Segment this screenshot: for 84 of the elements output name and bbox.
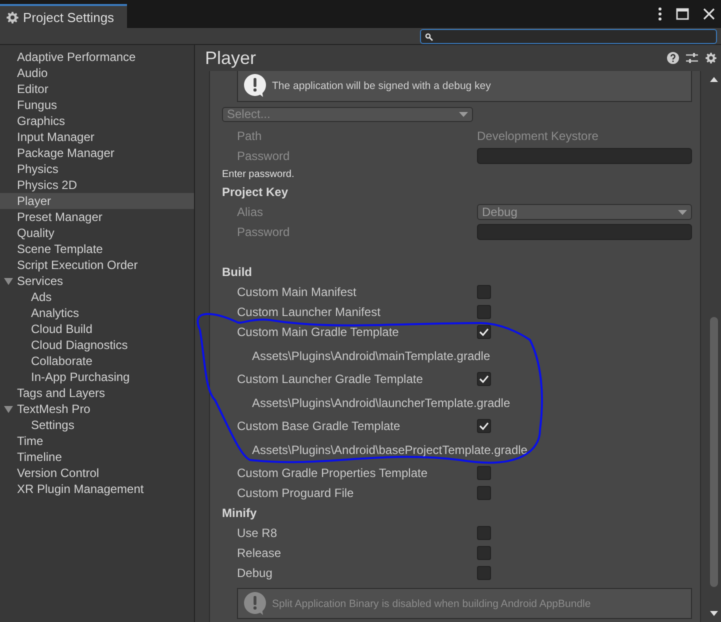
checkbox[interactable] [477, 526, 491, 540]
file-path: Assets\Plugins\Android\mainTemplate.gradle [252, 348, 490, 362]
checkbox[interactable] [477, 305, 491, 319]
sidebar-item[interactable]: Physics 2D [0, 177, 194, 193]
sidebar-item[interactable]: Cloud Diagnostics [0, 337, 194, 353]
checkbox[interactable] [477, 486, 491, 500]
sidebar-item[interactable]: Input Manager [0, 129, 194, 145]
sidebar-item[interactable]: Collaborate [0, 353, 194, 369]
checkbox[interactable] [477, 466, 491, 480]
caret-icon [678, 210, 687, 214]
sidebar-item[interactable]: Adaptive Performance [0, 49, 194, 65]
help-text: The application will be signed with a debug key [272, 80, 491, 92]
more-icon[interactable] [658, 7, 662, 21]
field-label: Path [236, 129, 263, 143]
section-header: Project Key [222, 185, 288, 199]
field-label: Alias [236, 205, 264, 219]
sidebar-item[interactable]: XR Plugin Management [0, 481, 194, 497]
sidebar-item[interactable]: Package Manager [0, 145, 194, 161]
field-value: Development Keystore [477, 129, 598, 143]
settings-icon [6, 10, 19, 24]
sidebar-item[interactable]: Settings [0, 417, 194, 433]
checkbox-label: Use R8 [236, 526, 278, 540]
warning-icon [244, 592, 266, 616]
sidebar-item[interactable]: Services [0, 273, 194, 289]
field-label: Password [236, 149, 291, 163]
panel-title: Player [205, 48, 256, 68]
sidebar-item[interactable]: Editor [0, 81, 194, 97]
checkbox[interactable] [477, 566, 491, 580]
expand-arrow-icon[interactable] [4, 405, 13, 414]
close-icon[interactable] [703, 8, 715, 20]
password-field[interactable] [477, 224, 692, 240]
help-icon[interactable] [667, 52, 679, 64]
window-tab[interactable]: Project Settings [0, 4, 127, 28]
field-label: Password [236, 225, 291, 239]
sidebar-item[interactable]: Version Control [0, 465, 194, 481]
search-icon [425, 32, 433, 40]
sidebar-item[interactable]: Graphics [0, 113, 194, 129]
file-path: Assets\Plugins\Android\launcherTemplate.gradle [252, 396, 510, 410]
search-field[interactable] [420, 29, 717, 44]
sidebar-item[interactable]: TextMesh Pro [0, 401, 194, 417]
sidebar-item[interactable]: Ads [0, 289, 194, 305]
sidebar-item[interactable]: In-App Purchasing [0, 369, 194, 385]
expand-arrow-icon[interactable] [4, 277, 13, 286]
caret-icon [459, 112, 468, 116]
sidebar-item[interactable]: Cloud Build [0, 321, 194, 337]
warning-icon [244, 74, 266, 98]
checkbox[interactable] [477, 285, 491, 299]
checkbox[interactable] [477, 546, 491, 560]
checkbox-label: Custom Gradle Properties Template [236, 466, 429, 480]
checkbox-label: Custom Launcher Manifest [236, 305, 382, 319]
checkbox-label: Debug [236, 566, 274, 580]
scrollbar-thumb[interactable] [710, 316, 718, 586]
maximize-icon[interactable] [676, 8, 689, 20]
section-header: Minify [222, 506, 257, 520]
hint-text: Enter password. [222, 168, 294, 180]
checkbox-label: Custom Main Gradle Template [236, 325, 400, 339]
sidebar-item[interactable]: Player [0, 193, 194, 209]
file-path: Assets\Plugins\Android\baseProjectTemplate.gradle [252, 442, 528, 456]
section-header: Build [222, 265, 252, 279]
checkbox-label: Custom Base Gradle Template [236, 419, 402, 433]
checkbox-label: Custom Main Manifest [236, 285, 358, 299]
checkbox[interactable] [477, 325, 491, 339]
sidebar-item[interactable]: Fungus [0, 97, 194, 113]
sidebar-item[interactable]: Scene Template [0, 241, 194, 257]
checkbox-label: Release [236, 546, 282, 560]
help-text: Split Application Binary is disabled when building Android AppBundle [272, 598, 591, 610]
sidebar-item[interactable]: Timeline [0, 449, 194, 465]
checkbox-label: Custom Launcher Gradle Template [236, 372, 424, 386]
sidebar-item[interactable]: Time [0, 433, 194, 449]
checkbox[interactable] [477, 372, 491, 386]
sidebar-item[interactable]: Preset Manager [0, 209, 194, 225]
sidebar-item[interactable]: Script Execution Order [0, 257, 194, 273]
checkbox-label: Custom Proguard File [236, 486, 355, 500]
checkbox[interactable] [477, 419, 491, 433]
password-field[interactable] [477, 148, 692, 164]
sliders-icon[interactable] [686, 52, 698, 64]
sidebar-item[interactable]: Audio [0, 65, 194, 81]
scroll-down-icon[interactable] [710, 611, 718, 616]
scroll-up-icon[interactable] [710, 77, 718, 82]
sidebar-item[interactable]: Quality [0, 225, 194, 241]
sidebar-item[interactable]: Physics [0, 161, 194, 177]
sidebar-item[interactable]: Tags and Layers [0, 385, 194, 401]
sidebar-item[interactable]: Analytics [0, 305, 194, 321]
settings-icon[interactable] [705, 52, 717, 64]
